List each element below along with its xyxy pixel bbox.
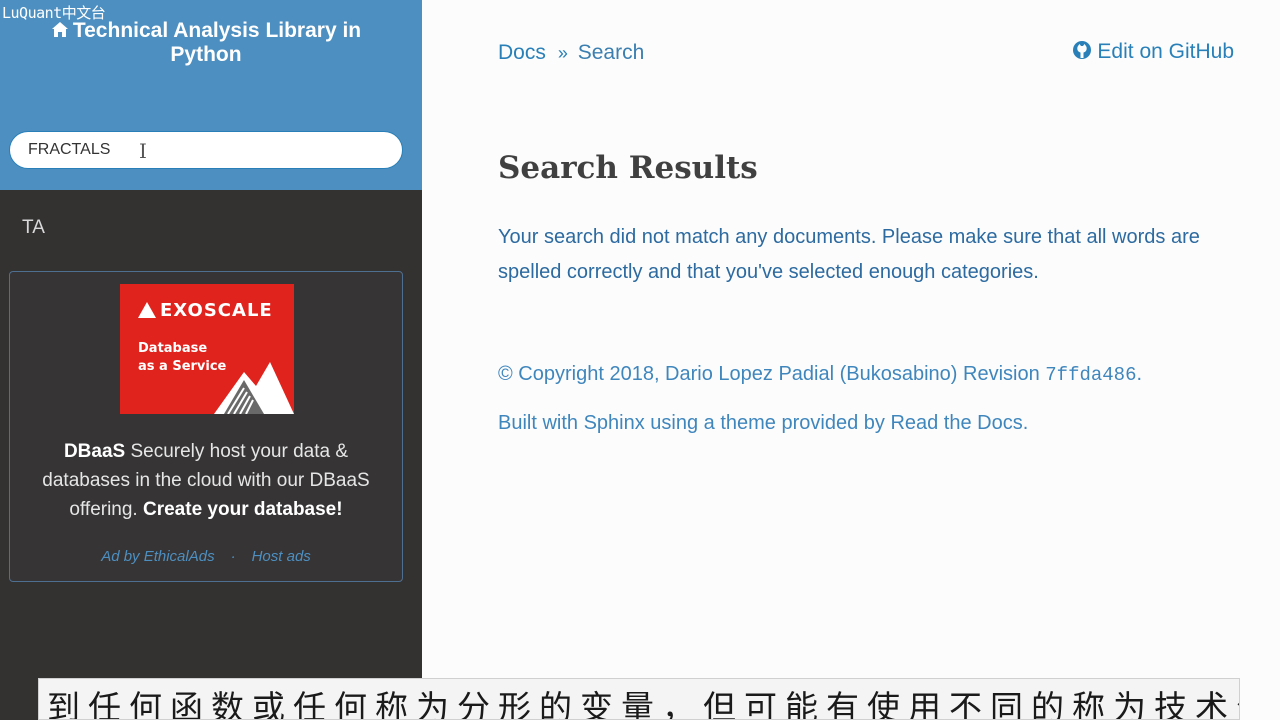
breadcrumb-separator: » <box>557 43 568 63</box>
text-cursor-icon: I <box>139 139 147 163</box>
ad-cta: Create your database! <box>143 499 343 520</box>
built-with-line[interactable]: Built with Sphinx using a theme provided… <box>498 412 1028 435</box>
video-watermark: LuQuant中文台 <box>2 4 106 22</box>
copyright-text: © Copyright 2018, Dario Lopez Padial (Bu… <box>498 363 1040 385</box>
edit-on-github-link[interactable]: Edit on GitHub <box>1072 40 1234 64</box>
host-ads-link[interactable]: Host ads <box>252 548 311 565</box>
copyright-line: © Copyright 2018, Dario Lopez Padial (Bu… <box>498 363 1142 386</box>
github-icon <box>1073 41 1092 59</box>
page-title: Search Results <box>498 150 758 186</box>
sidebar-header: Technical Analysis Library in Python I <box>0 0 422 190</box>
no-results-message: Your search did not match any documents.… <box>498 226 1200 283</box>
home-icon <box>51 22 68 37</box>
breadcrumb-current: Search <box>577 41 645 64</box>
ad-by-link[interactable]: Ad by EthicalAds <box>101 548 214 565</box>
main-content: Docs » Search Edit on GitHub Search Resul… <box>422 0 1280 720</box>
exoscale-logo-icon <box>138 302 156 318</box>
sidebar: Technical Analysis Library in Python I T… <box>0 0 422 720</box>
edit-on-github-label: Edit on GitHub <box>1097 40 1234 63</box>
ad-image[interactable]: EXOSCALE Database as a Service <box>120 284 294 414</box>
mountain-graphic-icon <box>214 362 294 414</box>
search-input[interactable] <box>9 131 403 169</box>
ad-meta: Ad by EthicalAds · Host ads <box>10 548 402 565</box>
ad-meta-separator: · <box>230 548 236 565</box>
sidebar-item-ta[interactable]: TA <box>22 217 45 239</box>
project-title-link[interactable]: Technical Analysis Library in Python <box>0 19 412 67</box>
ad-brand: EXOSCALE <box>160 300 273 321</box>
ethical-ad: EXOSCALE Database as a Service DBaaS Sec… <box>9 271 403 582</box>
project-title-line1: Technical Analysis Library in <box>72 19 362 42</box>
ad-text[interactable]: DBaaS Securely host your data & database… <box>26 437 386 524</box>
video-subtitle: 到任何函数或任何称为分形的变量，但可能有使用不同的称为技术分 <box>47 688 1240 720</box>
copyright-end: . <box>1136 363 1143 385</box>
breadcrumb: Docs » Search <box>498 41 644 65</box>
video-subtitle-bar: 到任何函数或任何称为分形的变量，但可能有使用不同的称为技术分 <box>38 678 1240 720</box>
breadcrumb-docs-link[interactable]: Docs <box>498 41 546 64</box>
revision-hash: 7ffda486 <box>1045 364 1137 386</box>
ad-headline: DBaaS <box>63 441 126 462</box>
project-title-line2: Python <box>170 43 242 66</box>
